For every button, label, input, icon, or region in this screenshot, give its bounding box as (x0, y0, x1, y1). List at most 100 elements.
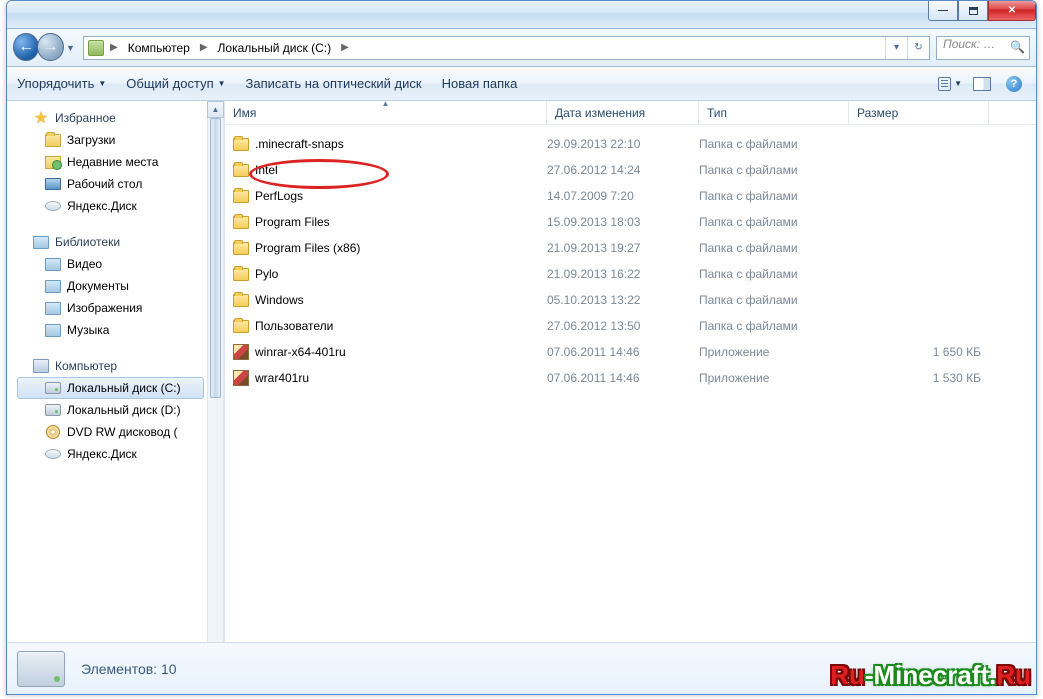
refresh-button[interactable]: ↻ (907, 37, 929, 59)
chevron-right-icon[interactable]: ▶ (108, 42, 120, 53)
file-name: Pylo (255, 267, 278, 281)
sort-asc-icon: ▲ (382, 99, 390, 108)
close-button[interactable]: ✕ (988, 1, 1036, 21)
file-row[interactable]: Pylo21.09.2013 16:22Папка с файлами (225, 261, 1036, 287)
recent-icon (45, 156, 61, 169)
yandex-disk-icon (45, 201, 61, 211)
help-button[interactable]: ? (1002, 74, 1026, 94)
sidebar-item-desktop[interactable]: Рабочий стол (17, 173, 204, 195)
nav-history-dropdown[interactable]: ▼ (64, 33, 77, 63)
file-type: Папка с файлами (699, 137, 849, 151)
sidebar-item-music[interactable]: Музыка (17, 319, 204, 341)
sidebar-computer-header[interactable]: Компьютер (17, 355, 204, 377)
folder-icon (233, 294, 249, 307)
file-row[interactable]: winrar-x64-401ru 07.06.2011 14:46Приложен… (225, 339, 1036, 365)
toolbar: Упорядочить▼ Общий доступ▼ Записать на о… (7, 67, 1036, 101)
scroll-up-button[interactable]: ▲ (207, 101, 224, 118)
file-type: Папка с файлами (699, 319, 849, 333)
sidebar-item-downloads[interactable]: Загрузки (17, 129, 204, 151)
file-name: wrar401ru (255, 371, 309, 385)
file-row[interactable]: Пользователи27.06.2012 13:50Папка с файл… (225, 313, 1036, 339)
file-size: 1 530 КБ (849, 371, 981, 385)
nav-row: ← → ▼ ▶ Компьютер ▶ Локальный диск (C:) … (7, 29, 1036, 67)
breadcrumb-drive-c[interactable]: Локальный диск (C:) (214, 41, 336, 55)
file-date: 27.06.2012 13:50 (547, 319, 699, 333)
file-row[interactable]: Program Files (x86) 21.09.2013 19:27Папка… (225, 235, 1036, 261)
file-size: 1 650 КБ (849, 345, 981, 359)
sidebar-item-yandex-disk[interactable]: Яндекс.Диск (17, 195, 204, 217)
music-icon (45, 324, 61, 337)
address-dropdown[interactable]: ▾ (885, 37, 907, 59)
file-name: Program Files (x86) (255, 241, 360, 255)
sidebar-item-drive-d[interactable]: Локальный диск (D:) (17, 399, 204, 421)
documents-icon (45, 280, 61, 293)
sidebar-item-dvd[interactable]: DVD RW дисковод ( (17, 421, 204, 443)
minimize-button[interactable]: — (928, 1, 958, 21)
column-header-type[interactable]: Тип (699, 101, 849, 124)
file-row[interactable]: PerfLogs14.07.2009 7:20Папка с файлами (225, 183, 1036, 209)
sidebar-item-drive-c[interactable]: Локальный диск (C:) (17, 377, 204, 399)
drive-icon (88, 40, 104, 56)
video-icon (45, 258, 61, 271)
preview-pane-button[interactable] (970, 74, 994, 94)
maximize-button[interactable] (958, 1, 988, 21)
folder-icon (233, 164, 249, 177)
burn-button[interactable]: Записать на оптический диск (246, 76, 422, 91)
file-row[interactable]: Intel27.06.2012 14:24Папка с файлами (225, 157, 1036, 183)
address-bar[interactable]: ▶ Компьютер ▶ Локальный диск (C:) ▶ ▾ ↻ (83, 36, 930, 60)
file-type: Папка с файлами (699, 215, 849, 229)
folder-icon (233, 216, 249, 229)
back-button[interactable]: ← (13, 33, 39, 61)
file-row[interactable]: .minecraft-snaps29.09.2013 22:10Папка с … (225, 131, 1036, 157)
file-date: 05.10.2013 13:22 (547, 293, 699, 307)
file-date: 21.09.2013 19:27 (547, 241, 699, 255)
column-header-name[interactable]: ▲Имя (225, 101, 547, 124)
file-type: Приложение (699, 371, 849, 385)
scrollbar-track[interactable] (207, 118, 224, 642)
titlebar: — ✕ (7, 1, 1036, 29)
libraries-icon (33, 236, 49, 249)
exe-icon (233, 344, 249, 360)
column-header-date[interactable]: Дата изменения (547, 101, 699, 124)
sidebar-item-recent[interactable]: Недавние места (17, 151, 204, 173)
file-type: Папка с файлами (699, 267, 849, 281)
sidebar-item-pictures[interactable]: Изображения (17, 297, 204, 319)
file-type: Приложение (699, 345, 849, 359)
drive-icon (45, 404, 61, 416)
sidebar-item-yandex-disk-drive[interactable]: Яндекс.Диск (17, 443, 204, 465)
file-date: 29.09.2013 22:10 (547, 137, 699, 151)
file-type: Папка с файлами (699, 189, 849, 203)
file-row[interactable]: Program Files 15.09.2013 18:03Папка с фай… (225, 209, 1036, 235)
file-list: ▲Имя Дата изменения Тип Размер .minecraf… (225, 101, 1036, 659)
file-row[interactable]: Windows05.10.2013 13:22Папка с файлами (225, 287, 1036, 313)
view-options-button[interactable]: ▼ (938, 74, 962, 94)
sidebar-favorites-header[interactable]: Избранное (17, 107, 204, 129)
column-header-size[interactable]: Размер (849, 101, 989, 124)
file-row[interactable]: wrar401ru 07.06.2011 14:46Приложение1 530… (225, 365, 1036, 391)
sidebar-libraries-header[interactable]: Библиотеки (17, 231, 204, 253)
chevron-right-icon[interactable]: ▶ (198, 42, 210, 53)
sidebar-item-videos[interactable]: Видео (17, 253, 204, 275)
file-name: Program Files (255, 215, 330, 229)
file-date: 07.06.2011 14:46 (547, 371, 699, 385)
breadcrumb-computer[interactable]: Компьютер (124, 41, 194, 55)
chevron-right-icon[interactable]: ▶ (339, 42, 351, 53)
computer-icon (33, 359, 49, 373)
watermark: Ru-Minecraft.Ru (830, 660, 1031, 691)
scrollbar-thumb[interactable] (210, 118, 221, 398)
folder-icon (233, 190, 249, 203)
drive-icon (45, 382, 61, 394)
file-type: Папка с файлами (699, 241, 849, 255)
share-menu[interactable]: Общий доступ▼ (126, 76, 225, 91)
organize-menu[interactable]: Упорядочить▼ (17, 76, 106, 91)
dvd-icon (46, 425, 60, 439)
file-name: winrar-x64-401ru (255, 345, 346, 359)
new-folder-button[interactable]: Новая папка (442, 76, 518, 91)
forward-button[interactable]: → (37, 33, 63, 61)
sidebar-item-documents[interactable]: Документы (17, 275, 204, 297)
file-type: Папка с файлами (699, 293, 849, 307)
file-date: 15.09.2013 18:03 (547, 215, 699, 229)
file-date: 07.06.2011 14:46 (547, 345, 699, 359)
search-input[interactable]: Поиск: … (936, 36, 1030, 60)
folder-icon (45, 134, 61, 147)
